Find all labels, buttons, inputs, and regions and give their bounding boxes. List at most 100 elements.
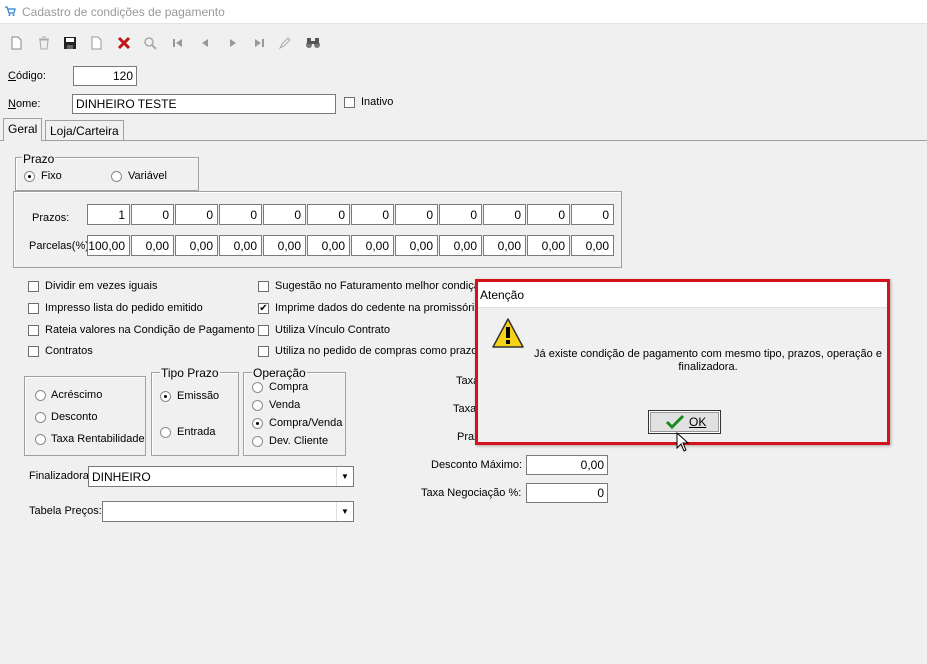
prazo-cell[interactable]: 0	[219, 204, 262, 225]
option-checkbox[interactable]: ✔	[258, 303, 269, 314]
venda-label: Venda	[269, 399, 301, 411]
tabela-precos-select[interactable]: ▼	[102, 501, 354, 522]
prazo-cell[interactable]: 1	[87, 204, 130, 225]
cancel-icon	[117, 36, 131, 50]
parcela-cell[interactable]: 0,00	[131, 235, 174, 256]
option-label: Impresso lista do pedido emitido	[45, 302, 203, 314]
prazo-cell[interactable]: 0	[263, 204, 306, 225]
option-checkbox[interactable]	[28, 303, 39, 314]
parcela-cell[interactable]: 0,00	[395, 235, 438, 256]
find-button[interactable]	[302, 32, 324, 54]
compra-venda-radio[interactable]	[252, 418, 263, 429]
option-checkbox[interactable]	[28, 346, 39, 357]
parcela-cell[interactable]: 0,00	[439, 235, 482, 256]
emissao-radio[interactable]	[160, 391, 171, 402]
fixo-label: Fixo	[41, 170, 62, 182]
taxa-negociacao-field[interactable]: 0	[526, 483, 608, 503]
delete-button[interactable]	[33, 32, 55, 54]
operacao-legend: Operação	[252, 366, 307, 380]
chevron-down-icon[interactable]: ▼	[336, 467, 353, 486]
chevron-down-icon[interactable]: ▼	[336, 502, 353, 521]
option-checkbox[interactable]	[28, 325, 39, 336]
nome-field[interactable]: DINHEIRO TESTE	[72, 94, 336, 114]
attention-dialog: Atenção Já existe condição de pagamento …	[475, 279, 890, 445]
copy-button[interactable]	[85, 32, 107, 54]
option-checkbox[interactable]	[258, 346, 269, 357]
tab-geral[interactable]: Geral	[3, 118, 43, 141]
delete-icon	[39, 36, 49, 50]
last-record-button[interactable]	[248, 32, 270, 54]
prazo-cell[interactable]: 0	[351, 204, 394, 225]
option-checkbox[interactable]	[258, 281, 269, 292]
taxa-rentabilidade-radio[interactable]	[35, 434, 46, 445]
parcela-cell[interactable]: 0,00	[527, 235, 570, 256]
desconto-label: Desconto	[51, 411, 98, 423]
parcela-cell[interactable]: 0,00	[307, 235, 350, 256]
save-icon	[64, 37, 76, 49]
tab-loja-carteira[interactable]: Loja/Carteira	[45, 120, 124, 140]
prazo-cell[interactable]: 0	[307, 204, 350, 225]
variavel-label: Variável	[128, 170, 167, 182]
finalizadora-value: DINHEIRO	[92, 470, 151, 484]
prazo-cell[interactable]: 0	[175, 204, 218, 225]
option-checkbox[interactable]	[28, 281, 39, 292]
prazo-cell[interactable]: 0	[131, 204, 174, 225]
taxa-negociacao-label: Taxa Negociação %:	[421, 487, 522, 499]
edit-button[interactable]	[274, 32, 296, 54]
codigo-field[interactable]: 120	[73, 66, 137, 86]
ok-button[interactable]: OK	[648, 410, 721, 434]
option-checkbox[interactable]	[258, 325, 269, 336]
search-button[interactable]	[139, 32, 161, 54]
venda-radio[interactable]	[252, 400, 263, 411]
option-label: Sugestão no Faturamento melhor condição	[275, 280, 486, 292]
inativo-label: Inativo	[361, 96, 394, 108]
window-title: Cadastro de condições de pagamento	[22, 5, 225, 19]
next-icon	[230, 39, 236, 47]
parcela-cell[interactable]: 0,00	[571, 235, 614, 256]
window-titlebar: Cadastro de condições de pagamento	[0, 0, 927, 24]
parcela-cell[interactable]: 100,00	[87, 235, 130, 256]
desconto-radio[interactable]	[35, 412, 46, 423]
prazo-cell[interactable]: 0	[483, 204, 526, 225]
fixo-radio[interactable]	[24, 171, 35, 182]
desconto-maximo-label: Desconto Máximo:	[431, 459, 523, 471]
prazo-cell[interactable]: 0	[527, 204, 570, 225]
acrescimo-radio[interactable]	[35, 390, 46, 401]
prev-icon	[202, 39, 208, 47]
parcela-cell[interactable]: 0,00	[483, 235, 526, 256]
search-icon	[144, 37, 157, 50]
parcela-cell[interactable]: 0,00	[351, 235, 394, 256]
first-record-button[interactable]	[167, 32, 189, 54]
last-icon	[255, 39, 264, 47]
desconto-maximo-field[interactable]: 0,00	[526, 455, 608, 475]
edit-icon	[278, 37, 291, 50]
parcela-cell[interactable]: 0,00	[219, 235, 262, 256]
binoculars-icon	[306, 38, 320, 48]
taxa-label-2: Taxa	[453, 403, 477, 415]
compra-radio[interactable]	[252, 382, 263, 393]
finalizadora-label: Finalizadora:	[29, 470, 92, 482]
inativo-checkbox[interactable]	[344, 97, 355, 108]
next-record-button[interactable]	[222, 32, 244, 54]
variavel-radio[interactable]	[111, 171, 122, 182]
nome-label: Nome:	[8, 98, 41, 110]
compra-label: Compra	[269, 381, 309, 393]
new-button[interactable]	[5, 32, 27, 54]
parcela-cell[interactable]: 0,00	[263, 235, 306, 256]
warning-icon	[492, 318, 524, 348]
prazo-cell[interactable]: 0	[439, 204, 482, 225]
entrada-radio[interactable]	[160, 427, 171, 438]
prazo-cell[interactable]: 0	[395, 204, 438, 225]
checkmark-icon	[665, 414, 685, 430]
prazo-cell[interactable]: 0	[571, 204, 614, 225]
tipo-prazo-group	[151, 372, 239, 456]
cart-app-icon	[5, 6, 16, 16]
prev-record-button[interactable]	[194, 32, 216, 54]
save-button[interactable]	[59, 32, 81, 54]
cancel-button[interactable]	[113, 32, 135, 54]
dev-cliente-radio[interactable]	[252, 436, 263, 447]
finalizadora-select[interactable]: DINHEIRO ▼	[88, 466, 354, 487]
option-label: Imprime dados do cedente na promissória	[275, 302, 481, 314]
parcela-cell[interactable]: 0,00	[175, 235, 218, 256]
prazos-label: Prazos:	[32, 212, 70, 224]
